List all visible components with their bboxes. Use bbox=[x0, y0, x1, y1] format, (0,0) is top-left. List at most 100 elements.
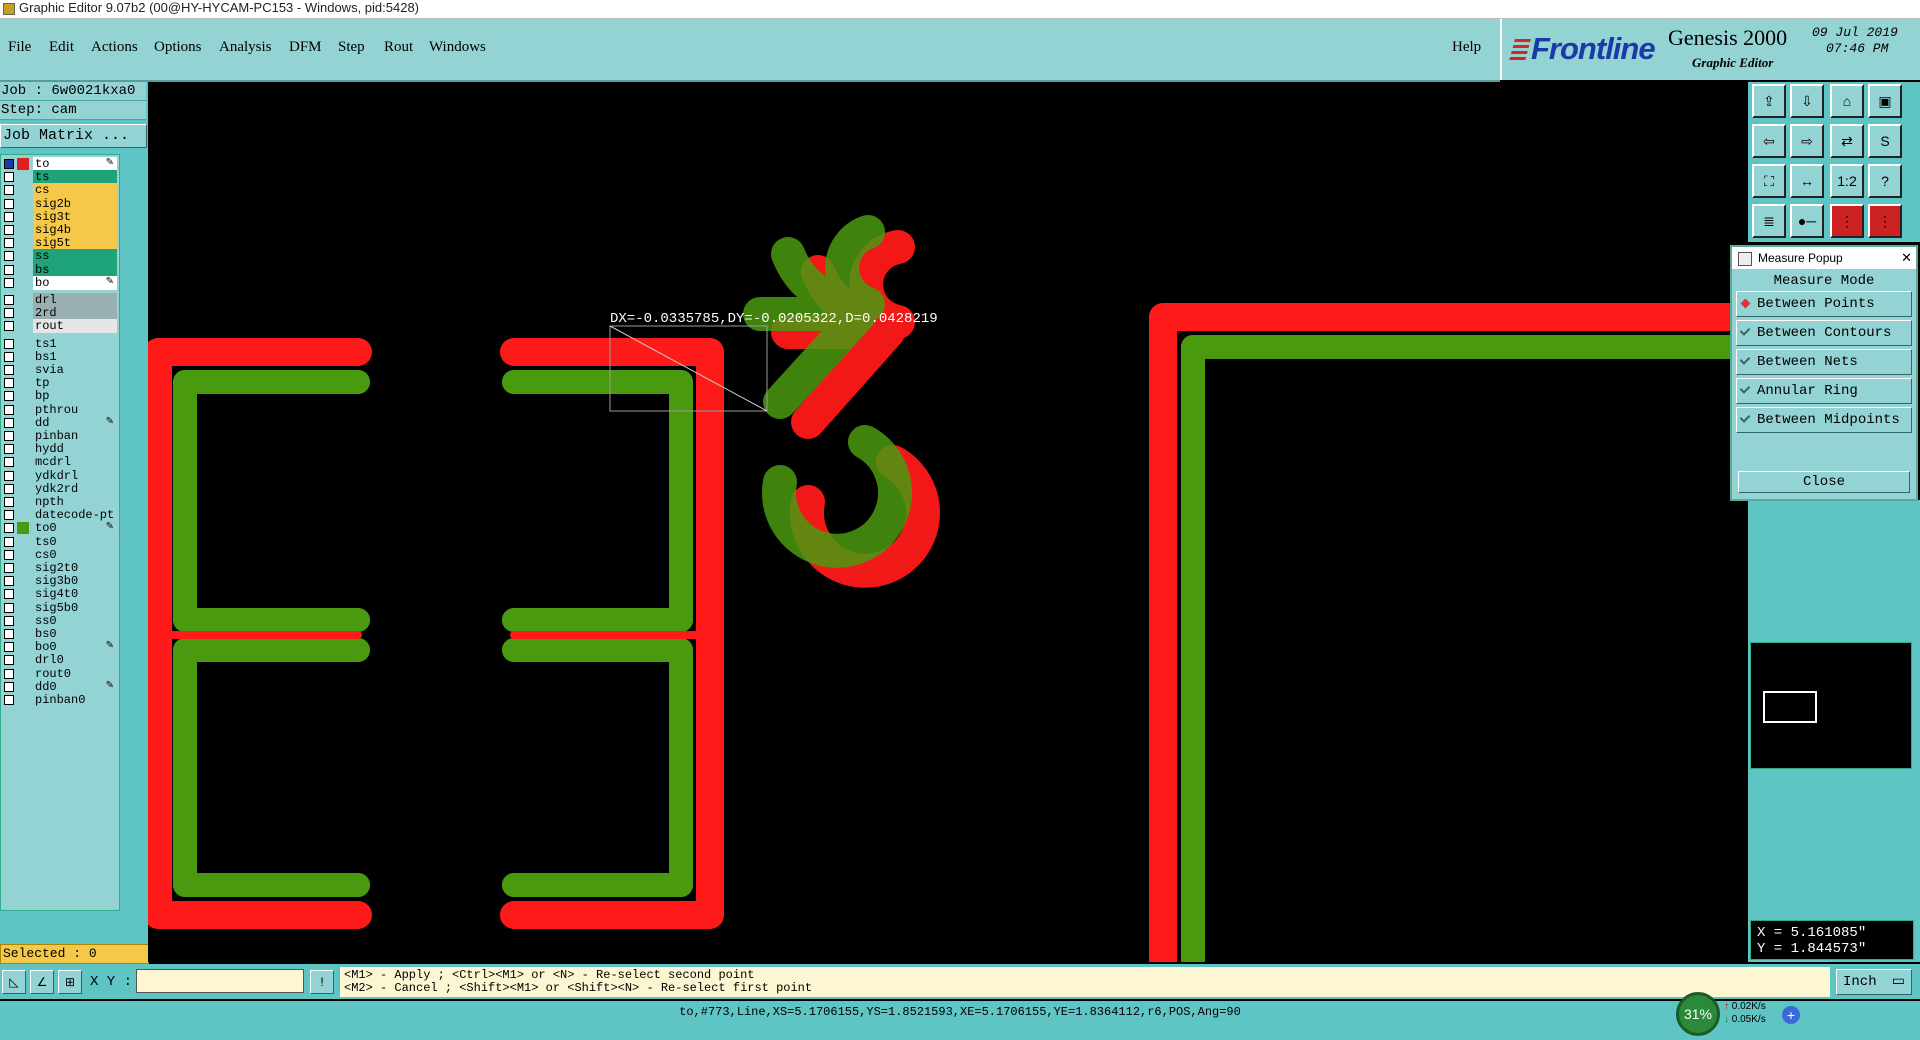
layer-name[interactable]: ts0 bbox=[33, 534, 117, 549]
close-button[interactable]: Close bbox=[1738, 471, 1910, 493]
layer-checkbox[interactable] bbox=[4, 655, 14, 666]
layer-name[interactable]: pinban0 bbox=[33, 693, 117, 707]
layer-checkbox[interactable] bbox=[4, 510, 14, 521]
layer-checkbox[interactable] bbox=[4, 211, 14, 222]
scale-1-2-icon[interactable]: 1:2 bbox=[1830, 164, 1864, 198]
layer-name[interactable]: ss bbox=[33, 249, 117, 264]
layer-name[interactable]: npth bbox=[33, 495, 117, 509]
job-matrix-button[interactable]: Job Matrix ... bbox=[0, 124, 147, 148]
info-icon[interactable]: ! bbox=[310, 970, 334, 994]
layer-name[interactable]: pthrou bbox=[33, 402, 117, 417]
layer-checkbox[interactable] bbox=[4, 308, 14, 319]
layer-checkbox[interactable] bbox=[4, 159, 14, 169]
layer-name[interactable]: bo bbox=[33, 275, 117, 290]
layer-checkbox[interactable] bbox=[4, 444, 14, 455]
layer-checkbox[interactable] bbox=[4, 431, 14, 441]
layer-name[interactable]: sig4b bbox=[33, 223, 117, 237]
layer-checkbox[interactable] bbox=[4, 277, 14, 288]
layer-checkbox[interactable] bbox=[4, 615, 14, 626]
layer-checkbox[interactable] bbox=[4, 483, 14, 494]
overview-minimap[interactable] bbox=[1750, 642, 1912, 769]
layer-name[interactable]: drl bbox=[33, 293, 117, 307]
mode-annular-ring[interactable]: Annular Ring bbox=[1736, 378, 1912, 404]
menu-actions[interactable]: Actions bbox=[91, 39, 138, 56]
layer-name[interactable]: bs1 bbox=[33, 349, 117, 364]
layer-checkbox[interactable] bbox=[4, 172, 14, 183]
layer-name[interactable]: dd bbox=[33, 415, 117, 430]
layer-name[interactable]: sig3t bbox=[33, 209, 117, 224]
layer-name[interactable]: sig2b bbox=[33, 196, 117, 211]
layer-name[interactable]: to bbox=[33, 157, 117, 171]
layer-name[interactable]: sig4t0 bbox=[33, 587, 117, 602]
fit-screen-icon[interactable]: ⛶ bbox=[1752, 164, 1786, 198]
layer-checkbox[interactable] bbox=[4, 378, 14, 389]
snap-icon[interactable]: ◺ bbox=[2, 970, 26, 994]
layer-name[interactable]: bs bbox=[33, 262, 117, 277]
mirror-icon[interactable]: ⇄ bbox=[1830, 124, 1864, 158]
mode-between-points[interactable]: Between Points bbox=[1736, 291, 1912, 317]
layer-name[interactable]: ts bbox=[33, 170, 117, 185]
layer-checkbox[interactable] bbox=[4, 198, 14, 209]
layer-checkbox[interactable] bbox=[4, 321, 14, 332]
layer-row[interactable]: pinban0 bbox=[1, 693, 117, 708]
layer-row[interactable]: rout bbox=[1, 319, 117, 334]
layer-name[interactable]: bs0 bbox=[33, 627, 117, 641]
layer-checkbox[interactable] bbox=[4, 365, 14, 375]
layer-checkbox[interactable] bbox=[4, 549, 14, 560]
layer-name[interactable]: sig5b0 bbox=[33, 600, 117, 615]
mode-between-nets[interactable]: Between Nets bbox=[1736, 349, 1912, 375]
menu-analysis[interactable]: Analysis bbox=[219, 39, 272, 56]
layer-name[interactable]: datecode-pt bbox=[33, 508, 117, 523]
layer-name[interactable]: pinban bbox=[33, 429, 117, 443]
plus-icon[interactable]: + bbox=[1782, 1006, 1800, 1024]
graphic-canvas[interactable]: DX=-0.0335785,DY=-0.0205322,D=0.0428219 bbox=[148, 82, 1748, 962]
grid-icon[interactable]: ⊞ bbox=[58, 970, 82, 994]
pan-down-icon[interactable]: ⇩ bbox=[1790, 84, 1824, 118]
menu-dfm[interactable]: DFM bbox=[289, 39, 322, 56]
layer-checkbox[interactable] bbox=[4, 497, 14, 507]
layer-name[interactable]: to0 bbox=[33, 521, 117, 536]
layer-checkbox[interactable] bbox=[4, 589, 14, 600]
layer-name[interactable]: dd0 bbox=[33, 679, 117, 694]
layer-name[interactable]: ts1 bbox=[33, 336, 117, 351]
layer-checkbox[interactable] bbox=[4, 225, 14, 235]
close-icon[interactable]: ✕ bbox=[1901, 247, 1912, 269]
route-icon[interactable]: S bbox=[1868, 124, 1902, 158]
layer-row[interactable]: bo ✎ bbox=[1, 275, 117, 291]
layer-name[interactable]: rout bbox=[33, 319, 117, 334]
pan-left-icon[interactable]: ⇦ bbox=[1752, 124, 1786, 158]
layer-name[interactable]: ss0 bbox=[33, 613, 117, 628]
menu-file[interactable]: File bbox=[8, 39, 31, 56]
zoom-home-icon[interactable]: ⇪ bbox=[1752, 84, 1786, 118]
layer-checkbox[interactable] bbox=[4, 602, 14, 613]
layer-name[interactable]: cs bbox=[33, 183, 117, 198]
layer-checkbox[interactable] bbox=[4, 470, 14, 481]
mode-between-midpoints[interactable]: Between Midpoints bbox=[1736, 407, 1912, 433]
layer-checkbox[interactable] bbox=[4, 391, 14, 402]
fit-horizontal-icon[interactable]: ↔ bbox=[1790, 164, 1824, 198]
layer-checkbox[interactable] bbox=[4, 576, 14, 587]
layer-name[interactable]: 2rd bbox=[33, 306, 117, 321]
mode-between-contours[interactable]: Between Contours bbox=[1736, 320, 1912, 346]
layers-settings-icon[interactable]: ≣ bbox=[1752, 204, 1786, 238]
xy-input[interactable] bbox=[136, 969, 304, 993]
layer-checkbox[interactable] bbox=[4, 404, 14, 415]
layer-checkbox[interactable] bbox=[4, 523, 14, 534]
layer-name[interactable]: cs0 bbox=[33, 547, 117, 562]
layer-checkbox[interactable] bbox=[4, 238, 14, 249]
layer-name[interactable]: hydd bbox=[33, 442, 117, 457]
layer-name[interactable]: sig2t0 bbox=[33, 561, 117, 575]
layer-checkbox[interactable] bbox=[4, 642, 14, 653]
layer-checkbox[interactable] bbox=[4, 629, 14, 639]
window-split-icon[interactable]: ▣ bbox=[1868, 84, 1902, 118]
netlist-compare-icon[interactable]: ⋮ bbox=[1868, 204, 1902, 238]
layer-checkbox[interactable] bbox=[4, 264, 14, 275]
layer-name[interactable]: svia bbox=[33, 363, 117, 377]
layer-name[interactable]: mcdrl bbox=[33, 455, 117, 470]
layer-name[interactable]: rout0 bbox=[33, 666, 117, 681]
layer-checkbox[interactable] bbox=[4, 457, 14, 468]
layer-checkbox[interactable] bbox=[4, 563, 14, 573]
layer-checkbox[interactable] bbox=[4, 668, 14, 679]
layer-name[interactable]: bp bbox=[33, 389, 117, 404]
menu-rout[interactable]: Rout bbox=[384, 39, 413, 56]
